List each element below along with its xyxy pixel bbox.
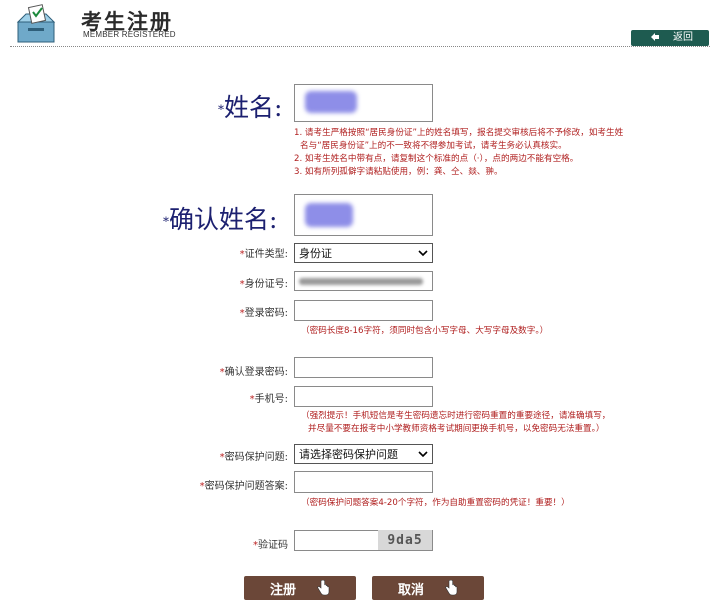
hand-pointer-icon [445,580,458,596]
redacted-name [305,91,357,113]
phone-hint-line: （强烈提示！手机短信是考生密码遗忘时进行密码重置的重要途径，请准确填写， [301,411,611,421]
security-question-label: *密码保护问题: [219,452,288,463]
back-button[interactable]: 返回 [631,30,709,46]
security-question-select[interactable]: 请选择密码保护问题 [294,444,433,464]
captcha-image[interactable]: 9da5 [378,530,432,550]
phone-input[interactable] [294,386,433,407]
confirm-name-label: *确认姓名: [163,205,278,234]
phone-hint-line: 并尽量不要在报考中小学教师资格考试期间更换手机号，以免密码无法重置。） [308,424,605,434]
submit-button-label: 注册 [269,582,296,598]
security-answer-input[interactable] [294,471,433,493]
name-note-line: 2. 如考生姓名中带有点，请复制这个标准的点（·），点的两边不能有空格。 [294,154,579,164]
name-label: *姓名: [218,93,283,122]
captcha-label: *验证码 [253,540,288,551]
chevron-down-icon [418,451,428,458]
login-password-label: *登录密码: [239,308,288,319]
redacted-id-number [299,278,423,285]
back-arrow-icon [651,33,659,41]
page-header: 考生注册 MEMBER REGISTERED 返回 [0,0,713,52]
name-notes: 1. 请考生严格按照“居民身份证”上的姓名填写，报名提交审核后将不予修改，如考生… [294,127,623,179]
confirm-password-label: *确认登录密码: [219,367,288,378]
id-type-label: *证件类型: [239,249,288,260]
chevron-down-icon [418,250,428,257]
cancel-button[interactable]: 取消 [372,576,484,600]
ballot-box-icon [16,4,56,43]
security-answer-label: *密码保护问题答案: [199,481,288,492]
header-divider [10,46,710,47]
security-question-value: 请选择密码保护问题 [299,448,398,461]
answer-hint: （密码保护问题答案4-20个字符，作为自助重置密码的凭证！重要！） [301,498,570,508]
name-input[interactable] [294,84,433,122]
login-password-input[interactable] [294,300,433,321]
name-note-line: 1. 请考生严格按照“居民身份证”上的姓名填写，报名提交审核后将不予修改，如考生… [294,128,624,138]
hand-pointer-icon [317,580,330,596]
cancel-button-label: 取消 [397,582,424,598]
confirm-password-input[interactable] [294,357,433,378]
name-note-line: 3. 如有所列孤僻字请粘贴使用，例：龚、仝、燚、翀。 [294,167,503,177]
password-hint: （密码长度8-16字符，须同时包含小写字母、大写字母及数字。） [301,326,549,336]
back-button-label: 返回 [673,32,693,43]
id-type-value: 身份证 [299,247,332,260]
id-number-input[interactable] [294,271,433,291]
phone-label: *手机号: [249,394,288,405]
id-type-select[interactable]: 身份证 [294,243,433,263]
submit-button[interactable]: 注册 [244,576,356,600]
confirm-name-input[interactable] [294,194,433,236]
name-note-line: 名与“居民身份证”上的不一致将不得参加考试，请考生务必认真核实。 [300,141,567,151]
id-number-label: *身份证号: [239,279,288,290]
page-subtitle: MEMBER REGISTERED [83,30,176,39]
redacted-name [305,203,353,227]
